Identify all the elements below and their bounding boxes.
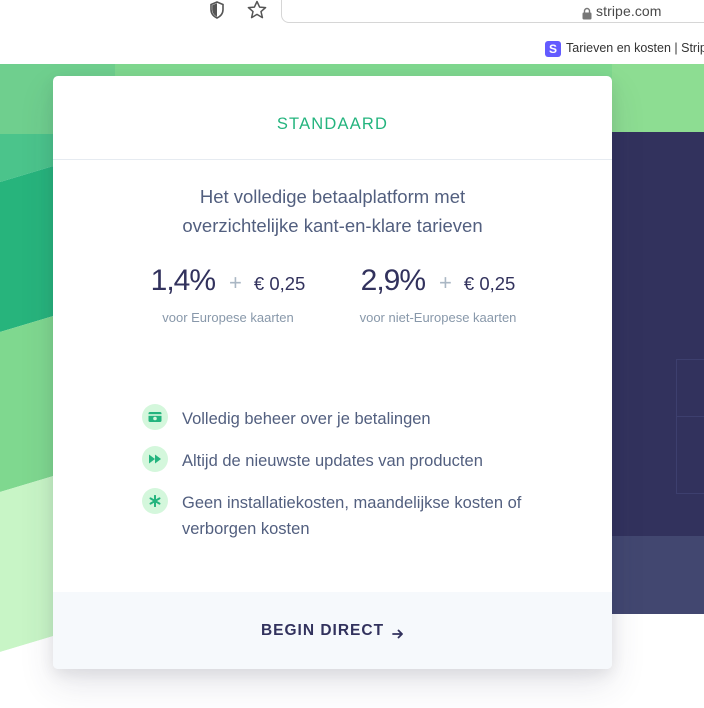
feature-text: Volledig beheer over je betalingen [182, 410, 431, 428]
plan-description: Het volledige betaalplatform met overzic… [53, 182, 612, 240]
browser-tab[interactable]: S Tarieven en kosten | Stripe [538, 39, 704, 61]
cta-label: BEGIN DIRECT [260, 621, 385, 639]
star-icon[interactable] [246, 0, 268, 20]
url-text[interactable]: stripe.com [596, 3, 662, 19]
pricing-card: STANDAARD Het volledige betaalplatform m… [53, 76, 612, 669]
feature-item: Geen installatiekosten, maandelijkse kos… [142, 488, 562, 542]
shield-icon[interactable] [207, 0, 227, 20]
arrow-right-icon [392, 625, 404, 638]
panel-gridline [676, 359, 677, 493]
price-row: 1,4% + € 0,25 voor Europese kaarten 2,9%… [53, 264, 612, 354]
price-non-european-cards: 2,9% + € 0,25 voor niet-Europese kaarten [323, 264, 553, 325]
card-header: STANDAARD [53, 76, 612, 160]
lock-icon [581, 5, 593, 20]
begin-direct-button[interactable]: BEGIN DIRECT [53, 592, 612, 669]
plan-name: STANDAARD [276, 115, 389, 133]
panel-gridline [676, 359, 704, 360]
price-line: 2,9% + € 0,25 [323, 264, 553, 298]
price-note: voor Europese kaarten [162, 310, 294, 325]
tab-bar: S Tarieven en kosten | Stripe [0, 34, 704, 64]
asterisk-icon [142, 488, 168, 514]
price-european-cards: 1,4% + € 0,25 voor Europese kaarten [113, 264, 343, 325]
plus-sign: + [439, 270, 452, 295]
page-content: STANDAARD Het volledige betaalplatform m… [0, 64, 704, 708]
wallet-icon [142, 404, 168, 430]
price-line: 1,4% + € 0,25 [113, 264, 343, 298]
price-fixed-fee: € 0,25 [253, 273, 306, 294]
plus-sign: + [229, 270, 242, 295]
panel-gridline [676, 416, 704, 417]
feature-text: Altijd de nieuwste updates van producten [182, 452, 483, 470]
feature-item: Altijd de nieuwste updates van producten [142, 446, 562, 474]
description-line: overzichtelijke kant-en-klare tarieven [182, 215, 483, 236]
price-fixed-fee: € 0,25 [463, 273, 516, 294]
panel-gridline [676, 493, 704, 494]
feature-list: Volledig beheer over je betalingen Altij… [142, 404, 562, 558]
fast-forward-icon [142, 446, 168, 472]
description-line: Het volledige betaalplatform met [199, 186, 466, 207]
stripe-favicon-icon: S [545, 41, 561, 57]
price-percent: 1,4% [150, 264, 216, 297]
feature-text: Geen installatiekosten, maandelijkse kos… [182, 494, 522, 538]
feature-item: Volledig beheer over je betalingen [142, 404, 562, 432]
price-percent: 2,9% [360, 264, 426, 297]
browser-toolbar: stripe.com [0, 0, 704, 34]
price-note: voor niet-Europese kaarten [359, 310, 517, 325]
tab-title: Tarieven en kosten | Stripe [566, 41, 704, 55]
